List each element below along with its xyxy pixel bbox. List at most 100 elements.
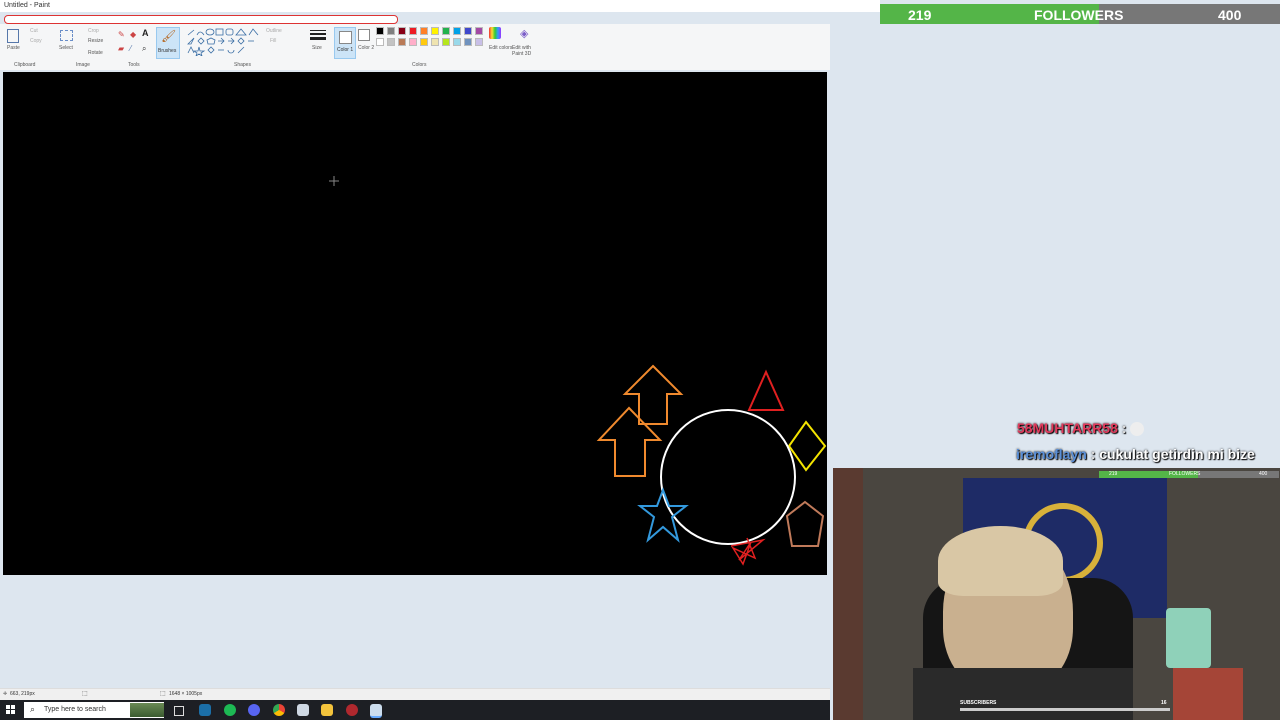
- group-colors: Colors: [412, 62, 427, 68]
- paste-button[interactable]: Paste: [7, 45, 20, 51]
- edit-colors-button[interactable]: Edit colors: [489, 45, 512, 51]
- palette-swatch[interactable]: [376, 27, 384, 35]
- paint3d-icon[interactable]: ◈: [520, 27, 528, 40]
- app-icon[interactable]: [297, 704, 309, 716]
- file-explorer-icon[interactable]: [321, 704, 333, 716]
- copy-button[interactable]: Copy: [30, 38, 42, 44]
- paste-icon[interactable]: [7, 29, 19, 43]
- palette-swatch[interactable]: [409, 27, 417, 35]
- size-icon[interactable]: [310, 30, 326, 40]
- brushes-button[interactable]: 🖌 Brushes: [156, 27, 180, 59]
- palette-swatch[interactable]: [475, 38, 483, 46]
- chat-separator: :: [1121, 420, 1127, 436]
- group-tools: Tools: [128, 62, 140, 68]
- outline-button[interactable]: Outline: [266, 28, 282, 34]
- subscribers-label: SUBSCRIBERS: [960, 700, 997, 706]
- chrome-icon[interactable]: [273, 704, 285, 716]
- window-title: Untitled - Paint: [4, 2, 50, 9]
- palette-swatch[interactable]: [420, 38, 428, 46]
- search-icon: ⌕: [30, 704, 36, 714]
- steam-icon[interactable]: [199, 704, 211, 716]
- color2-button[interactable]: Color 2: [358, 45, 374, 51]
- follower-goal-bar: 219 FOLLOWERS 400: [880, 4, 1280, 24]
- pencil-icon[interactable]: ✎: [118, 30, 125, 39]
- ribbon: Paste Cut Copy Clipboard Select Crop Res…: [0, 24, 830, 71]
- brown-pentagon-shape: [785, 500, 825, 547]
- color2-swatch[interactable]: [358, 29, 370, 41]
- palette-swatch[interactable]: [409, 38, 417, 46]
- palette-swatch[interactable]: [453, 27, 461, 35]
- palette-swatch[interactable]: [398, 27, 406, 35]
- palette-swatch[interactable]: [376, 38, 384, 46]
- palette-swatch[interactable]: [398, 38, 406, 46]
- edit-paint3d-button[interactable]: Edit with Paint 3D: [512, 45, 542, 57]
- palette-swatch[interactable]: [464, 38, 472, 46]
- person-hair: [938, 526, 1063, 596]
- color-palette[interactable]: [376, 27, 486, 53]
- lamp: [1166, 608, 1211, 668]
- chat-text: cukulat getirdin mi bize: [1099, 446, 1255, 462]
- palette-swatch[interactable]: [453, 38, 461, 46]
- group-shapes: Shapes: [234, 62, 251, 68]
- group-image: Image: [76, 62, 90, 68]
- crosshair-cursor-icon: [329, 176, 339, 186]
- red-triangle-shape: [747, 369, 785, 411]
- resize-button[interactable]: Resize: [88, 38, 103, 44]
- shapes-gallery[interactable]: [186, 28, 262, 56]
- chat-username: iremoflayn: [1016, 446, 1087, 462]
- brushes-label: Brushes: [158, 48, 177, 54]
- palette-swatch[interactable]: [420, 27, 428, 35]
- brush-icon: 🖌: [161, 29, 177, 43]
- mini-follower-current: 219: [1109, 471, 1118, 477]
- palette-swatch[interactable]: [442, 27, 450, 35]
- canvas-size: 1648 × 1005px: [169, 691, 203, 697]
- fill-button[interactable]: Fill: [270, 38, 276, 44]
- palette-swatch[interactable]: [464, 27, 472, 35]
- subscribers-bar: [960, 708, 1170, 711]
- windows-start-icon[interactable]: [6, 705, 16, 715]
- eraser-icon[interactable]: ▰: [118, 44, 124, 53]
- palette-swatch[interactable]: [475, 27, 483, 35]
- spotify-icon[interactable]: [224, 704, 236, 716]
- cursor-position: 663, 219px: [10, 691, 35, 697]
- search-placeholder: Type here to search: [44, 706, 106, 713]
- size-button[interactable]: Size: [312, 45, 322, 51]
- palette-swatch[interactable]: [387, 38, 395, 46]
- drawing-canvas[interactable]: [3, 72, 827, 575]
- task-view-icon[interactable]: [174, 706, 184, 716]
- mini-follower-goal: 400: [1259, 471, 1268, 477]
- orange-arrow-shape-top: [622, 364, 684, 425]
- follower-label: FOLLOWERS: [1034, 7, 1124, 23]
- obs-icon[interactable]: [346, 704, 358, 716]
- group-clipboard: Clipboard: [14, 62, 36, 68]
- paint-taskbar-icon[interactable]: [370, 704, 382, 718]
- palette-swatch[interactable]: [431, 38, 439, 46]
- palette-swatch[interactable]: [387, 27, 395, 35]
- emote-icon: [1130, 422, 1145, 437]
- mini-follower-bar: 219 FOLLOWERS 400: [1099, 471, 1279, 478]
- select-button[interactable]: Select: [59, 45, 73, 51]
- chat-separator: :: [1090, 446, 1096, 462]
- cut-button[interactable]: Cut: [30, 28, 38, 34]
- follower-goal: 400: [1218, 7, 1242, 23]
- person-shirt: [913, 668, 1133, 720]
- white-circle-shape: [660, 409, 796, 545]
- palette-swatch[interactable]: [442, 38, 450, 46]
- color1-button[interactable]: Color 1: [334, 27, 356, 59]
- text-icon[interactable]: A: [142, 28, 149, 38]
- weather-widget-icon[interactable]: [130, 703, 164, 717]
- palette-swatch[interactable]: [431, 27, 439, 35]
- webcam-feed: 219 FOLLOWERS 400 SUBSCRIBERS 16: [833, 468, 1280, 720]
- select-icon[interactable]: [60, 30, 73, 41]
- fill-icon[interactable]: ◆: [130, 30, 136, 39]
- title-bar: Untitled - Paint: [0, 0, 880, 12]
- magnifier-icon[interactable]: ⌕: [142, 44, 146, 54]
- discord-icon[interactable]: [248, 704, 260, 716]
- subscribers-goal: 16: [1161, 700, 1167, 706]
- edit-colors-icon[interactable]: [489, 27, 501, 39]
- color-picker-icon[interactable]: ⁄: [130, 44, 131, 53]
- rotate-button[interactable]: Rotate: [88, 50, 103, 56]
- follower-current: 219: [908, 7, 932, 23]
- cursor-icon: ✛: [3, 691, 8, 697]
- crop-button[interactable]: Crop: [88, 28, 99, 34]
